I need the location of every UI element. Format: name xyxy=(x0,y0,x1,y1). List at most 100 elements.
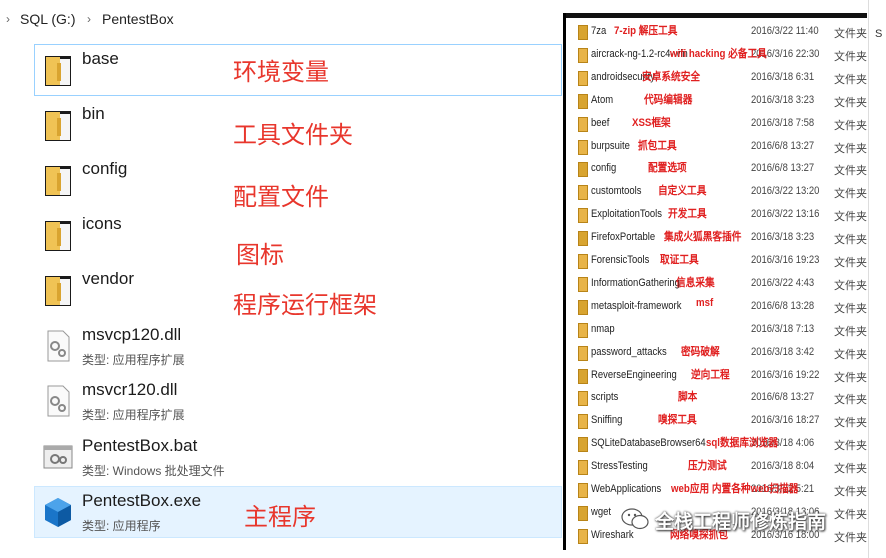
tool-name: metasploit-framework xyxy=(591,299,682,312)
tools-folder-list: 7za 2016/3/22 11:40 文件夹 7-zip 解压工具 aircrack-… xyxy=(563,13,867,550)
tool-note: 密码破解 xyxy=(681,345,720,358)
file-type: 类型: Windows 批处理文件 xyxy=(82,464,225,478)
tool-note: 嗅探工具 xyxy=(658,414,697,427)
tool-folder-row[interactable]: scripts 2016/6/8 13:27 文件夹 脚本 xyxy=(566,387,867,410)
tool-folder-row[interactable]: burpsuite 2016/6/8 13:27 文件夹 抓包工具 xyxy=(566,136,867,159)
breadcrumb: › SQL (G:) › PentestBox xyxy=(0,0,562,36)
tool-type: 文件夹 xyxy=(834,142,867,155)
tool-folder-row[interactable]: WebApplications 2016/3/22 5:21 文件夹 web应用 内置… xyxy=(566,479,867,502)
folder-icon xyxy=(578,528,588,544)
tool-name: nmap xyxy=(591,322,615,335)
tool-type: 文件夹 xyxy=(834,165,867,178)
tool-folder-row[interactable]: ReverseEngineering 2016/3/16 19:22 文件夹 逆向工程 xyxy=(566,365,867,388)
breadcrumb-chevron-icon[interactable]: › xyxy=(6,12,10,26)
dll-icon xyxy=(41,329,75,363)
tool-type: 文件夹 xyxy=(834,440,867,453)
tool-date: 2016/3/18 8:04 xyxy=(751,460,815,473)
tool-type: 文件夹 xyxy=(834,188,867,201)
tool-note: 信息采集 xyxy=(676,276,715,289)
file-type: 类型: 应用程序扩展 xyxy=(82,353,185,367)
tool-type: 文件夹 xyxy=(834,257,867,269)
tool-folder-row[interactable]: customtools 2016/3/22 13:20 文件夹 自定义工具 xyxy=(566,181,867,204)
tool-name: InformationGathering xyxy=(591,276,680,289)
tool-name: scripts xyxy=(591,391,619,404)
tool-folder-row[interactable]: ForensicTools 2016/3/16 19:23 文件夹 取证工具 xyxy=(566,250,867,273)
dll-icon xyxy=(41,384,75,418)
tool-folder-row[interactable]: SQLiteDatabaseBrowser64 2016/3/18 4:06 文件夹… xyxy=(566,433,867,456)
file-row[interactable]: msvcr120.dll 类型: 应用程序扩展 xyxy=(34,375,562,427)
tool-name: 7za xyxy=(591,25,607,37)
folder-icon xyxy=(578,483,588,498)
tool-name: ExploitationTools xyxy=(591,208,663,221)
tool-date: 2016/6/8 13:27 xyxy=(751,162,815,175)
tool-note: 自定义工具 xyxy=(658,185,707,198)
tool-type: 文件夹 xyxy=(834,348,867,361)
folder-icon xyxy=(578,345,588,361)
breadcrumb-separator-icon[interactable]: › xyxy=(87,12,91,26)
watermark-text: 全栈工程师修炼指南 xyxy=(655,511,827,533)
tool-name: Sniffing xyxy=(591,414,623,427)
wechat-icon xyxy=(621,508,649,530)
tool-note: 抓包工具 xyxy=(638,139,677,152)
folder-icon xyxy=(578,368,588,384)
tool-date: 2016/3/16 18:27 xyxy=(751,414,820,427)
tool-folder-row[interactable]: FirefoxPortable 2016/3/18 3:23 文件夹 集成火狐黑客插件 xyxy=(566,227,867,250)
tool-folder-row[interactable]: Atom 2016/3/18 3:23 文件夹 代码编辑器 xyxy=(566,90,867,113)
tool-date: 2016/3/18 3:42 xyxy=(751,345,815,358)
tool-date: 2016/3/16 19:23 xyxy=(751,254,820,266)
tool-folder-row[interactable]: password_attacks 2016/3/18 3:42 文件夹 密码破解 xyxy=(566,342,867,365)
folder-icon xyxy=(578,70,588,86)
watermark: 全栈工程师修炼指南 xyxy=(615,503,865,533)
file-row[interactable]: icons xyxy=(34,209,562,261)
annotation-label: 工具文件夹 xyxy=(233,121,353,149)
folder-icon xyxy=(578,437,588,453)
tool-type: 文件夹 xyxy=(834,394,867,407)
breadcrumb-drive[interactable]: SQL (G:) xyxy=(20,11,76,27)
tool-note: 集成火狐黑客插件 xyxy=(664,231,742,244)
tool-folder-row[interactable]: aircrack-ng-1.2-rc4-win 2016/3/16 22:30 文件… xyxy=(566,44,867,67)
tool-name: customtools xyxy=(591,185,642,198)
file-type: 类型: 应用程序 xyxy=(82,519,161,533)
tool-folder-row[interactable]: StressTesting 2016/3/18 8:04 文件夹 压力测试 xyxy=(566,456,867,479)
folder-icon xyxy=(41,108,75,142)
tool-name: beef xyxy=(591,116,610,129)
tool-folder-row[interactable]: nmap 2016/3/18 7:13 文件夹 xyxy=(566,319,867,342)
tool-folder-row[interactable]: metasploit-framework 2016/6/8 13:28 文件夹 msf xyxy=(566,296,867,319)
tool-folder-row[interactable]: Sniffing 2016/3/16 18:27 文件夹 嗅探工具 xyxy=(566,410,867,433)
tool-date: 2016/3/18 3:23 xyxy=(751,231,815,244)
tool-type: 文件夹 xyxy=(834,119,867,132)
tool-name: SQLiteDatabaseBrowser64 xyxy=(591,437,706,450)
tool-folder-row[interactable]: beef 2016/3/18 7:58 文件夹 XSS框架 xyxy=(566,113,867,136)
tool-folder-row[interactable]: InformationGathering 2016/3/22 4:43 文件夹 信息采… xyxy=(566,273,867,296)
tool-date: 2016/3/18 7:58 xyxy=(751,116,815,129)
tool-date: 2016/6/8 13:27 xyxy=(751,139,815,152)
tool-note: 7-zip 解压工具 xyxy=(614,25,678,37)
tool-folder-row[interactable]: ExploitationTools 2016/3/22 13:16 文件夹 开发工具 xyxy=(566,204,867,227)
tool-date: 2016/3/16 19:22 xyxy=(751,368,820,381)
tool-name: config xyxy=(591,162,617,175)
tool-name: FirefoxPortable xyxy=(591,231,656,244)
file-name: msvcp120.dll xyxy=(82,325,182,344)
file-row[interactable]: msvcp120.dll 类型: 应用程序扩展 xyxy=(34,320,562,372)
folder-icon xyxy=(578,116,588,132)
tool-type: 文件夹 xyxy=(834,417,867,430)
right-edge-panel: S xyxy=(868,0,886,558)
tool-folder-row[interactable]: config 2016/6/8 13:27 文件夹 配置选项 xyxy=(566,158,867,181)
file-row[interactable]: PentestBox.bat 类型: Windows 批处理文件 xyxy=(34,431,562,483)
tool-type: 文件夹 xyxy=(834,325,867,338)
tool-note: 脚本 xyxy=(678,391,698,404)
tool-folder-row[interactable]: androidsecurity 2016/3/18 6:31 文件夹 安卓系统安全 xyxy=(566,67,867,90)
tool-type: 文件夹 xyxy=(834,50,867,63)
annotation-label: 图标 xyxy=(236,241,284,269)
edge-label: S xyxy=(875,28,883,40)
file-name: bin xyxy=(82,104,105,123)
tool-folder-row[interactable]: 7za 2016/3/22 11:40 文件夹 7-zip 解压工具 xyxy=(566,21,867,44)
annotation-label: 程序运行框架 xyxy=(233,291,377,319)
folder-icon xyxy=(578,322,588,338)
folder-icon xyxy=(578,47,588,63)
tool-name: burpsuite xyxy=(591,139,630,152)
tool-name: ForensicTools xyxy=(591,254,650,266)
tool-date: 2016/3/18 3:23 xyxy=(751,93,815,106)
file-name: PentestBox.exe xyxy=(82,491,202,510)
breadcrumb-folder[interactable]: PentestBox xyxy=(102,11,174,27)
